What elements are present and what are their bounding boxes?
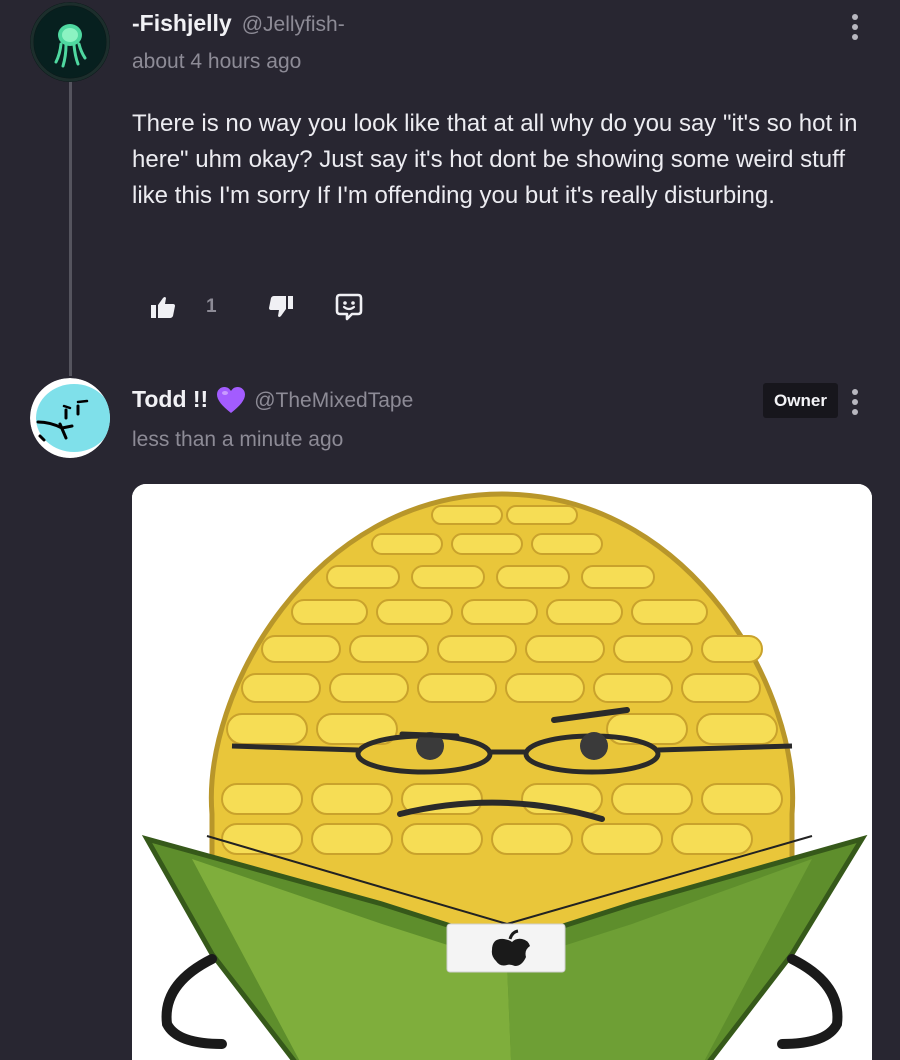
author-handle[interactable]: @TheMixedTape [254,389,413,413]
user-avatar[interactable] [30,378,110,458]
dislike-button[interactable] [268,292,294,322]
author-display-name[interactable]: Todd !! [132,386,208,413]
more-options-icon[interactable] [845,12,865,42]
like-count: 1 [206,296,217,317]
corn-cartoon-image [132,484,872,1060]
comment-timestamp: about 4 hours ago [132,50,302,73]
thumbs-up-icon [151,297,175,318]
thumbs-down-icon [269,296,293,317]
jellyfish-avatar-icon [30,2,110,82]
purple-heart-icon [216,386,246,414]
author-handle[interactable]: @Jellyfish- [242,13,345,37]
cartoon-character-avatar-icon [30,378,110,458]
comment-author: Todd !! @TheMixedTape [132,386,413,414]
reply-button[interactable] [334,292,364,322]
comment-actions: 1 [150,292,364,322]
comment-image-attachment[interactable] [132,484,872,1060]
more-options-icon[interactable] [845,387,865,417]
user-avatar[interactable] [30,2,110,82]
comment-text: There is no way you look like that at al… [132,110,858,209]
owner-badge: Owner [763,383,838,418]
thread-line [69,80,72,376]
author-display-name[interactable]: -Fishjelly [132,10,232,37]
comment-author: -Fishjelly @Jellyfish- [132,10,345,37]
comment-timestamp: less than a minute ago [132,428,344,451]
like-button[interactable] [150,292,176,322]
reply-icon [335,293,363,321]
